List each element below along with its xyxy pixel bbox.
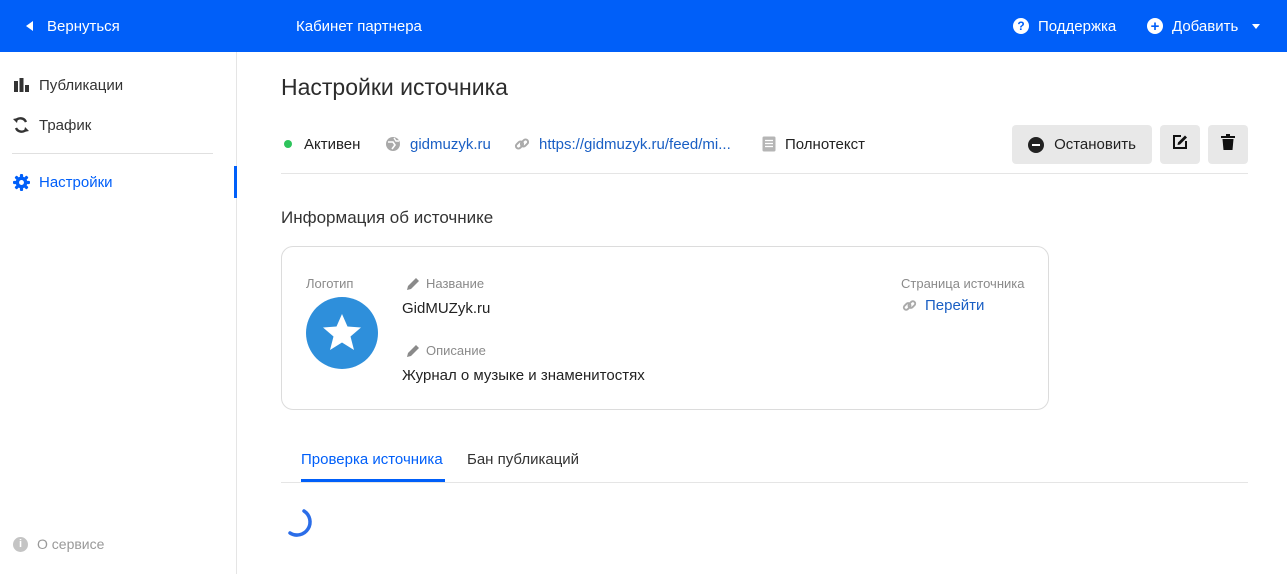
stop-button[interactable]: Остановить [1012, 125, 1152, 164]
status-active: Активен [284, 124, 360, 164]
tab-source-check[interactable]: Проверка источника [301, 436, 443, 483]
sidebar-item-settings[interactable]: Настройки [12, 170, 113, 194]
sidebar-item-label: Трафик [39, 116, 92, 134]
support-button[interactable]: ? Поддержка [1013, 0, 1116, 52]
add-dropdown-button[interactable]: + Добавить [1147, 0, 1261, 52]
loading-spinner [288, 509, 312, 537]
question-icon: ? [1013, 18, 1029, 34]
back-button[interactable]: Вернуться [26, 0, 120, 52]
add-label: Добавить [1172, 17, 1239, 35]
name-field-label: Название [406, 276, 484, 291]
sidebar: Публикации Трафик Настройки i О сервисе [0, 52, 237, 574]
about-label: О сервисе [37, 536, 105, 552]
sidebar-item-label: Настройки [39, 173, 113, 191]
content-type: Полнотекст [762, 124, 865, 164]
stop-label: Остановить [1054, 136, 1136, 153]
tabs: Проверка источника Бан публикаций [281, 436, 1248, 483]
source-page-link[interactable]: Перейти [902, 297, 984, 314]
back-arrow-icon [26, 21, 33, 31]
bar-chart-icon [12, 76, 30, 94]
source-page-link-label: Перейти [925, 297, 985, 314]
section-title: Информация об источнике [281, 208, 494, 227]
back-label: Вернуться [47, 17, 120, 35]
support-label: Поддержка [1038, 17, 1117, 35]
content-type-label: Полнотекст [785, 135, 865, 153]
sidebar-item-traffic[interactable]: Трафик [12, 113, 91, 137]
domain-link[interactable]: gidmuzyk.ru [385, 124, 491, 164]
about-service-link[interactable]: i О сервисе [13, 536, 104, 552]
status-dot-icon [284, 140, 292, 148]
description-field-label: Описание [406, 343, 486, 358]
source-info-card: Логотип Название GidMUZyk.ru Описание Жу… [281, 246, 1049, 410]
domain-label: gidmuzyk.ru [410, 135, 491, 153]
sidebar-item-label: Публикации [39, 76, 124, 94]
trash-icon [1221, 134, 1235, 155]
name-label: Название [426, 276, 485, 291]
globe-icon [385, 136, 401, 152]
pencil-icon [406, 277, 420, 291]
description-label: Описание [426, 343, 486, 358]
sidebar-divider [12, 153, 213, 154]
refresh-icon [12, 116, 30, 134]
gear-icon [12, 173, 30, 191]
divider [281, 173, 1248, 174]
description-value: Журнал о музыке и знаменитостях [402, 367, 645, 384]
info-icon: i [13, 536, 28, 552]
top-bar: Вернуться Кабинет партнера ? Поддержка +… [0, 0, 1287, 52]
feed-url-label: https://gidmuzyk.ru/feed/mi... [539, 135, 731, 153]
link-icon [902, 298, 917, 313]
delete-button[interactable] [1208, 125, 1248, 164]
page-title: Настройки источника [281, 74, 508, 100]
name-value: GidMUZyk.ru [402, 300, 491, 317]
pencil-icon [406, 344, 420, 358]
edit-button[interactable] [1160, 125, 1200, 164]
source-logo [306, 297, 378, 369]
plus-icon: + [1147, 18, 1163, 34]
tab-publication-ban[interactable]: Бан публикаций [467, 436, 579, 483]
sidebar-active-indicator [234, 166, 237, 198]
source-page-label: Страница источника [901, 276, 1025, 291]
feed-url-link[interactable]: https://gidmuzyk.ru/feed/mi... [514, 124, 731, 164]
status-label: Активен [304, 135, 361, 153]
edit-icon [1172, 134, 1188, 155]
stop-icon [1028, 136, 1045, 153]
sidebar-item-publications[interactable]: Публикации [12, 73, 123, 97]
logo-label: Логотип [306, 276, 354, 291]
tab-active-indicator [301, 479, 445, 482]
document-icon [762, 136, 776, 152]
app-title: Кабинет партнера [296, 17, 422, 35]
link-icon [514, 136, 530, 152]
chevron-down-icon [1252, 23, 1261, 29]
source-status-bar: Активен gidmuzyk.ru https://gidmuzyk.ru/… [281, 124, 1248, 164]
